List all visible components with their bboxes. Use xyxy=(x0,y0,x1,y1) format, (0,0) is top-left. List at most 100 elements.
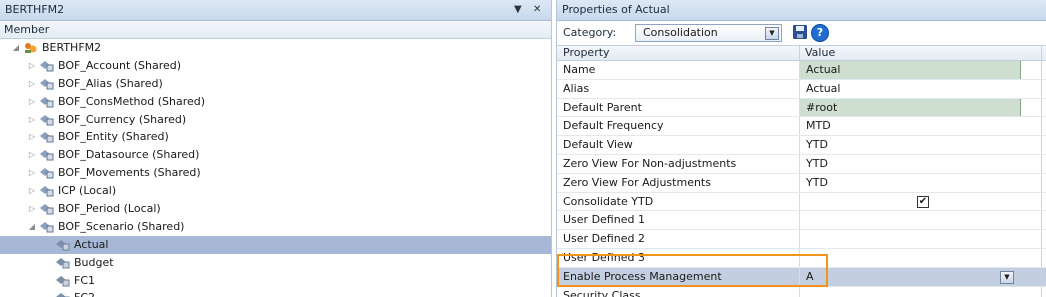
property-value: YTD xyxy=(806,156,828,170)
property-row[interactable]: Zero View For Adjustments YTD xyxy=(557,173,1046,193)
column-divider xyxy=(1041,136,1042,154)
property-value-cell[interactable]: #root xyxy=(799,98,1021,117)
currency-dimension-icon xyxy=(39,114,55,126)
property-value-cell[interactable]: YTD xyxy=(799,173,1020,192)
tree-item[interactable]: Budget xyxy=(0,254,551,272)
category-select[interactable]: Consolidation ▼ xyxy=(635,24,782,42)
property-name: Security Class xyxy=(563,288,641,297)
tree-item[interactable]: FC1 xyxy=(0,272,551,290)
property-name: User Defined 1 xyxy=(563,213,645,227)
expand-icon[interactable]: ▷ xyxy=(27,164,37,182)
tree-item-label: BOF_Alias (Shared) xyxy=(58,76,163,90)
chevron-down-icon[interactable]: ▼ xyxy=(1000,270,1014,284)
tree-item[interactable]: FC2 xyxy=(0,289,551,297)
datasource-dimension-icon xyxy=(39,149,55,161)
property-value-cell[interactable]: A ▼ xyxy=(799,267,1020,286)
tree-item-label: Budget xyxy=(74,255,114,269)
panel-menu-dropdown-icon[interactable]: ▼ xyxy=(514,0,522,20)
column-divider xyxy=(1041,248,1042,267)
properties-grid: Name Actual Alias Actual Default Parent #root… xyxy=(557,61,1046,297)
expand-icon[interactable]: ▷ xyxy=(27,111,37,129)
icp-dimension-icon xyxy=(39,185,55,197)
property-value-cell[interactable] xyxy=(799,211,1020,230)
entity-dimension-icon xyxy=(39,131,55,143)
column-divider xyxy=(1041,286,1042,297)
checkbox[interactable]: ✔ xyxy=(917,195,929,208)
property-row[interactable]: User Defined 1 xyxy=(557,211,1046,231)
property-value-cell[interactable]: Actual xyxy=(799,61,1021,79)
tree-item-selected[interactable]: Actual xyxy=(0,235,551,254)
dimension-icon xyxy=(39,60,55,72)
tree-item[interactable]: ▷ BOF_Period (Local) xyxy=(0,200,551,218)
property-row[interactable]: Alias Actual xyxy=(557,79,1046,99)
chevron-down-icon[interactable]: ▼ xyxy=(765,27,779,40)
property-row[interactable]: Zero View For Non-adjustments YTD xyxy=(557,154,1046,174)
property-value-cell[interactable]: MTD xyxy=(799,117,1020,136)
property-value: #root xyxy=(806,100,838,114)
close-icon[interactable]: ✕ xyxy=(533,0,541,20)
tree-item[interactable]: ▷ BOF_Entity (Shared) xyxy=(0,128,551,146)
property-name: Default Frequency xyxy=(563,119,664,133)
tree-item[interactable]: ▷ BOF_Alias (Shared) xyxy=(0,75,551,93)
property-row[interactable]: Security Class xyxy=(557,286,1046,297)
tree-item[interactable]: ◢ BOF_Scenario (Shared) xyxy=(0,218,551,236)
property-row[interactable]: Enable Process Management A ▼ xyxy=(557,267,1046,287)
property-row[interactable]: Consolidate YTD ✔ xyxy=(557,192,1046,212)
help-icon[interactable]: ? xyxy=(811,24,829,42)
tree-item-label: BOF_Period (Local) xyxy=(58,202,161,216)
expand-icon[interactable]: ▷ xyxy=(27,57,37,75)
member-icon xyxy=(55,239,71,251)
tree-item[interactable]: ▷ ICP (Local) xyxy=(0,182,551,200)
property-row[interactable]: User Defined 2 xyxy=(557,230,1046,249)
tree-item[interactable]: ▷ BOF_Currency (Shared) xyxy=(0,111,551,129)
property-name: User Defined 3 xyxy=(563,250,645,264)
property-value: Actual xyxy=(806,81,841,95)
property-value-cell[interactable]: YTD xyxy=(799,136,1020,154)
tree-item[interactable]: ▷ BOF_Datasource (Shared) xyxy=(0,146,551,164)
app-root-icon xyxy=(23,42,39,54)
expand-icon[interactable]: ▷ xyxy=(27,128,37,146)
tree-item[interactable]: ▷ BOF_ConsMethod (Shared) xyxy=(0,93,551,111)
property-row[interactable]: Default Parent #root xyxy=(557,98,1046,118)
property-value-cell[interactable]: ✔ xyxy=(799,192,1020,211)
tree-item-label: BOF_Currency (Shared) xyxy=(58,112,187,126)
column-divider xyxy=(1041,117,1042,136)
tree-item-label: ICP (Local) xyxy=(58,184,117,198)
column-divider xyxy=(1041,79,1042,98)
tree-item-label: BOF_Account (Shared) xyxy=(58,58,182,72)
column-divider xyxy=(1041,98,1042,117)
scenario-dimension-icon xyxy=(39,221,55,233)
column-divider xyxy=(1041,230,1042,248)
member-column-header: Member xyxy=(0,21,551,39)
property-value: A xyxy=(806,269,814,283)
collapse-icon[interactable]: ◢ xyxy=(11,39,21,57)
property-value-cell[interactable] xyxy=(799,286,1020,297)
column-divider xyxy=(1041,61,1042,79)
expand-icon[interactable]: ▷ xyxy=(27,75,37,93)
property-name: User Defined 2 xyxy=(563,232,645,246)
property-row[interactable]: Name Actual xyxy=(557,61,1046,80)
property-value-cell[interactable] xyxy=(799,248,1020,267)
collapse-icon[interactable]: ◢ xyxy=(27,218,37,236)
column-divider xyxy=(1041,173,1042,192)
property-row[interactable]: Default View YTD xyxy=(557,136,1046,155)
column-divider xyxy=(1041,46,1042,60)
tree-item-label: FC1 xyxy=(74,273,96,287)
save-icon[interactable] xyxy=(793,25,807,39)
tree-item[interactable]: ▷ BOF_Account (Shared) xyxy=(0,57,551,75)
column-divider xyxy=(1041,211,1042,230)
property-row[interactable]: Default Frequency MTD xyxy=(557,117,1046,137)
member-icon xyxy=(55,292,71,297)
property-value-cell[interactable]: Actual xyxy=(799,79,1020,98)
expand-icon[interactable]: ▷ xyxy=(27,200,37,218)
expand-icon[interactable]: ▷ xyxy=(27,182,37,200)
property-row[interactable]: User Defined 3 xyxy=(557,248,1046,268)
tree-item[interactable]: ◢ BERTHFM2 xyxy=(0,39,551,57)
expand-icon[interactable]: ▷ xyxy=(27,93,37,111)
member-panel-titlebar: BERTHFM2 ▼ ✕ xyxy=(0,0,551,21)
property-value-cell[interactable] xyxy=(799,230,1020,248)
property-value-cell[interactable]: YTD xyxy=(799,154,1020,173)
property-name: Name xyxy=(563,63,596,76)
expand-icon[interactable]: ▷ xyxy=(27,146,37,164)
tree-item[interactable]: ▷ BOF_Movements (Shared) xyxy=(0,164,551,182)
